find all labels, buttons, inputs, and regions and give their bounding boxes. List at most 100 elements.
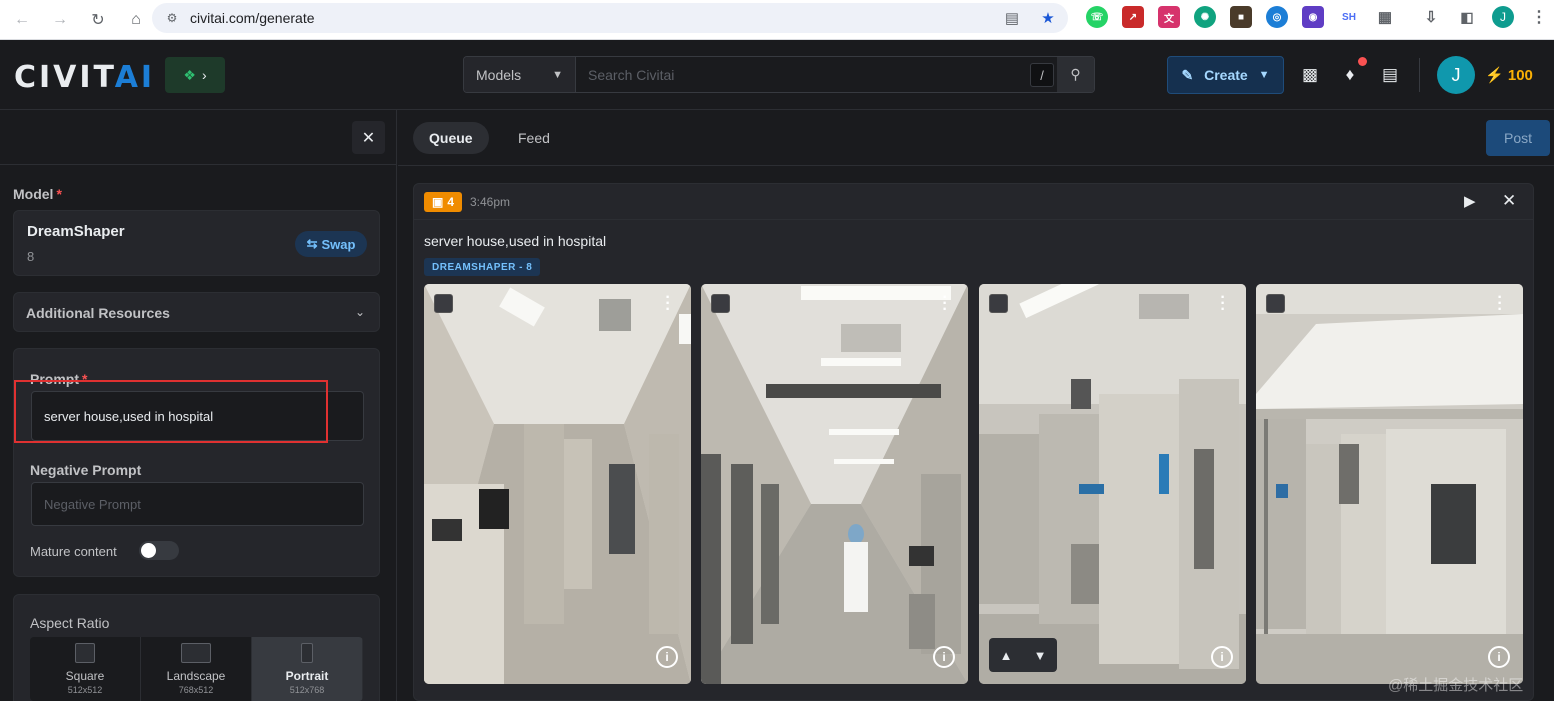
thumbs-down-icon[interactable]: ▼ (1034, 648, 1047, 663)
info-icon[interactable]: i (1488, 646, 1510, 668)
aspect-ratio-selector: Square 512x512 Landscape 768x512 Portrai… (30, 637, 363, 701)
browser-menu-icon[interactable]: ⋮ (1528, 6, 1550, 28)
aspect-option-name: Landscape (166, 669, 226, 683)
select-checkbox[interactable] (1266, 294, 1285, 313)
watermark: @稀土掘金技术社区 (1388, 677, 1524, 694)
header-divider (1419, 58, 1420, 92)
prompt-highlight-box (14, 380, 328, 443)
generated-image-tile[interactable]: · · · ▲ ▼ i (979, 284, 1246, 684)
site-info-icon[interactable]: ⚙ (158, 4, 186, 32)
select-checkbox[interactable] (711, 294, 730, 313)
url-text[interactable]: civitai.com/generate (190, 10, 315, 26)
search-bar: Models ▼ Search Civitai / ⚲ (463, 56, 1095, 93)
info-icon[interactable]: i (1211, 646, 1233, 668)
select-checkbox[interactable] (434, 294, 453, 313)
pdf-icon[interactable]: ↗ (1122, 6, 1144, 28)
generated-image (979, 284, 1246, 684)
dark-ext-icon[interactable]: ■ (1230, 6, 1252, 28)
generated-image (424, 284, 691, 684)
search-type-value: Models (476, 66, 522, 83)
search-type-select[interactable]: Models ▼ (464, 57, 576, 92)
search-button[interactable]: ⚲ (1057, 57, 1094, 92)
chatgpt-icon[interactable]: ✺ (1194, 6, 1216, 28)
more-options-icon[interactable]: · · · (665, 290, 671, 318)
back-icon[interactable]: ← (12, 10, 32, 30)
panel-top-bar: ✕ (0, 110, 396, 165)
more-options-icon[interactable]: · · · (1497, 290, 1503, 318)
close-panel-button[interactable]: ✕ (352, 121, 385, 154)
globe-ext-icon[interactable]: ◎ (1266, 6, 1288, 28)
chevron-down-icon: ▼ (1258, 69, 1270, 81)
shield-ext-icon[interactable]: ◉ (1302, 6, 1324, 28)
aspect-option-size: 512x512 (67, 685, 103, 695)
negative-prompt-input[interactable]: Negative Prompt (31, 482, 364, 526)
swap-model-button[interactable]: ⇆ Swap (295, 231, 367, 257)
extensions-puzzle-icon[interactable]: ▦ (1374, 6, 1396, 28)
generated-image (701, 284, 968, 684)
model-name: DreamShaper (27, 223, 125, 240)
address-bar[interactable]: ⚙ civitai.com/generate ▤ ★ (152, 3, 1068, 33)
feedback-buttons: ▲ ▼ (989, 638, 1057, 672)
info-icon[interactable]: i (933, 646, 955, 668)
browser-profile-avatar[interactable]: J (1492, 6, 1514, 28)
tab-feed[interactable]: Feed (502, 122, 566, 154)
download-icon[interactable]: ⇩ (1420, 6, 1442, 28)
close-icon[interactable]: ✕ (1502, 191, 1516, 211)
mature-content-toggle[interactable] (139, 541, 179, 560)
image-count: 4 (447, 195, 455, 209)
brush-icon: ✎ (1181, 66, 1194, 83)
mature-content-label: Mature content (30, 544, 117, 559)
sh-ext-icon[interactable]: SH (1338, 6, 1360, 28)
select-checkbox[interactable] (989, 294, 1008, 313)
civitai-badge-icon: ❖ (183, 66, 196, 83)
reload-icon[interactable]: ↻ (88, 10, 108, 30)
search-icon: ⚲ (1070, 66, 1081, 82)
swap-icon: ⇆ (306, 236, 318, 251)
create-button[interactable]: ✎ Create ▼ (1167, 56, 1284, 94)
bookmark-star-icon[interactable]: ★ (1038, 8, 1058, 28)
install-app-icon[interactable]: ▤ (1002, 8, 1022, 28)
additional-resources-accordion[interactable]: Additional Resources ⌄ (13, 292, 380, 332)
buzz-balance[interactable]: ⚡ 100 (1485, 66, 1533, 84)
close-icon: ✕ (361, 129, 376, 147)
thumbs-up-icon[interactable]: ▲ (1000, 648, 1013, 663)
portrait-shape-icon (301, 643, 313, 663)
queue-item-card: ▣ 4 3:46pm ▶ ✕ server house,used in hosp… (413, 183, 1534, 701)
civitai-logo[interactable]: CIVITAI (14, 60, 155, 95)
play-icon[interactable]: ▶ (1464, 192, 1476, 210)
image-count-badge: ▣ 4 (424, 192, 462, 212)
home-icon[interactable]: ⌂ (126, 10, 146, 30)
info-icon[interactable]: i (656, 646, 678, 668)
bell-icon[interactable]: ♦ (1338, 63, 1362, 87)
forward-icon[interactable]: → (50, 10, 70, 30)
aspect-option-landscape[interactable]: Landscape 768x512 (141, 637, 252, 701)
generated-image-tile[interactable]: · · · i (701, 284, 968, 684)
queue-feed-tabs: Queue Feed Post (398, 110, 1554, 166)
screen-share-icon[interactable]: ▩ (1298, 63, 1322, 87)
swap-label: Swap (321, 236, 356, 252)
landscape-shape-icon (181, 643, 211, 663)
aspect-option-square[interactable]: Square 512x512 (30, 637, 141, 701)
more-options-icon[interactable]: · · · (1220, 290, 1226, 318)
create-label: Create (1204, 67, 1248, 83)
tab-queue[interactable]: Queue (413, 122, 489, 154)
extensions-bar: ☏ ↗ 文 ✺ ■ ◎ ◉ SH ▦ ⇩ ◧ J ⋮ (1086, 6, 1550, 28)
sidepanel-icon[interactable]: ◧ (1456, 6, 1478, 28)
logo-badge[interactable]: ❖ › (165, 57, 225, 93)
chevron-down-icon: ⌄ (354, 305, 365, 319)
chat-icon[interactable]: ▤ (1378, 63, 1402, 87)
model-badge[interactable]: DREAMSHAPER - 8 (424, 258, 541, 276)
search-input[interactable]: Search Civitai (576, 57, 1057, 92)
aspect-option-portrait[interactable]: Portrait 512x768 (252, 637, 363, 701)
whatsapp-icon[interactable]: ☏ (1086, 6, 1108, 28)
post-button[interactable]: Post (1486, 120, 1550, 156)
generated-image-tile[interactable]: · · · i (424, 284, 691, 684)
queue-item-prompt: server house,used in hospital (424, 233, 607, 249)
generated-image-tile[interactable]: · · · i (1256, 284, 1523, 684)
browser-toolbar: ← → ↻ ⌂ ⚙ civitai.com/generate ▤ ★ ☏ ↗ 文… (0, 0, 1554, 40)
more-options-icon[interactable]: · · · (942, 290, 948, 318)
chevron-down-icon: ▼ (552, 68, 563, 81)
user-avatar[interactable]: J (1437, 56, 1475, 94)
translate-icon[interactable]: 文 (1158, 6, 1180, 28)
aspect-option-name: Square (65, 669, 105, 683)
